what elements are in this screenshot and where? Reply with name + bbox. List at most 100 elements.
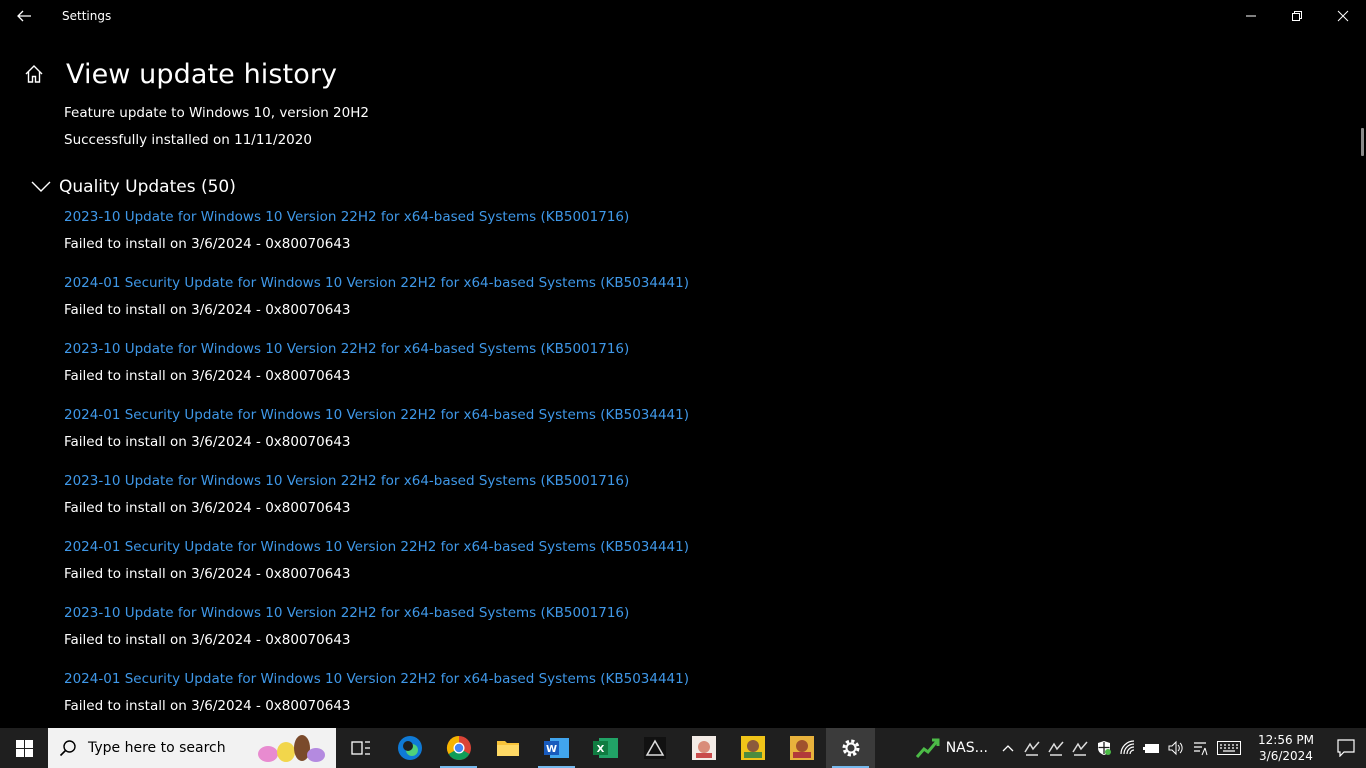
chevron-down-icon [30,176,52,198]
update-link[interactable]: 2023-10 Update for Windows 10 Version 22… [64,340,689,358]
clock-date: 3/6/2024 [1259,749,1313,763]
quality-update-list: 2023-10 Update for Windows 10 Version 22… [64,208,689,728]
tray-app-3[interactable] [1068,728,1092,768]
close-icon [1337,10,1349,22]
update-link[interactable]: 2024-01 Security Update for Windows 10 V… [64,670,689,688]
restore-icon [1292,11,1302,21]
home-icon [25,65,43,83]
update-link[interactable]: 2023-10 Update for Windows 10 Version 22… [64,472,689,490]
update-link[interactable]: 2023-10 Update for Windows 10 Version 22… [64,208,689,226]
close-button[interactable] [1320,0,1366,32]
list-item: 2024-01 Security Update for Windows 10 V… [64,670,689,728]
taskbar-app-photo-2[interactable] [728,728,777,768]
svg-text:X: X [596,744,604,755]
list-item: 2024-01 Security Update for Windows 10 V… [64,274,689,340]
list-item: 2023-10 Update for Windows 10 Version 22… [64,340,689,406]
update-status: Failed to install on 3/6/2024 - 0x800706… [64,434,351,450]
update-status: Failed to install on 3/6/2024 - 0x800706… [64,302,351,318]
minimize-icon [1246,15,1256,17]
tray-app-2[interactable] [1044,728,1068,768]
tray-app-icon [1048,741,1064,756]
language-bar-button[interactable] [1188,728,1212,768]
notification-icon [1337,739,1355,757]
list-item: 2023-10 Update for Windows 10 Version 22… [64,472,689,538]
list-item: 2023-10 Update for Windows 10 Version 22… [64,604,689,670]
chevron-up-icon [1002,745,1014,752]
update-status: Failed to install on 3/6/2024 - 0x800706… [64,500,351,516]
search-placeholder: Type here to search [88,740,226,756]
taskbar-settings[interactable] [826,728,875,768]
update-link[interactable]: 2024-01 Security Update for Windows 10 V… [64,406,689,424]
feature-update-title: Feature update to Windows 10, version 20… [64,105,369,121]
stock-chart-icon [915,738,940,758]
taskbar-search-box[interactable]: Type here to search [48,728,336,768]
system-tray: NAS... 12:56 PM 3/6/2024 [908,728,1366,768]
keyboard-icon [1217,741,1241,755]
speaker-icon [1168,740,1183,756]
search-icon [48,739,88,757]
minimize-button[interactable] [1228,0,1274,32]
title-bar: Settings [0,0,1366,32]
list-item: 2024-01 Security Update for Windows 10 V… [64,538,689,604]
taskbar-file-explorer[interactable] [483,728,532,768]
feature-update-status: Successfully installed on 11/11/2020 [64,132,312,148]
tray-stock-label: NAS... [945,740,988,756]
taskbar-app-triangle[interactable] [630,728,679,768]
taskbar-chrome[interactable] [434,728,483,768]
tray-app-1[interactable] [1020,728,1044,768]
photo-app-icon [789,736,814,760]
windows-security-button[interactable] [1092,728,1116,768]
list-item: 2023-10 Update for Windows 10 Version 22… [64,208,689,274]
gear-icon [842,739,859,757]
network-button[interactable] [1116,728,1140,768]
windows-logo-icon [15,739,33,757]
scrollbar-thumb[interactable] [1361,128,1364,156]
show-hidden-icons-button[interactable] [996,728,1020,768]
window-title: Settings [62,9,112,23]
touch-keyboard-button[interactable] [1212,728,1246,768]
tray-app-icon [1024,741,1040,756]
update-status: Failed to install on 3/6/2024 - 0x800706… [64,368,351,384]
battery-icon [1143,744,1159,753]
folder-icon [496,741,519,756]
task-view-icon [350,741,370,755]
update-history-content: Feature update to Windows 10, version 20… [0,100,1350,728]
update-status: Failed to install on 3/6/2024 - 0x800706… [64,632,351,648]
shield-icon [1098,741,1111,755]
taskbar-edge[interactable] [385,728,434,768]
quality-updates-heading: Quality Updates (50) [59,177,236,197]
home-button[interactable] [10,52,58,96]
update-link[interactable]: 2024-01 Security Update for Windows 10 V… [64,538,689,556]
start-button[interactable] [0,728,48,768]
volume-button[interactable] [1164,728,1188,768]
svg-text:W: W [545,744,556,755]
update-link[interactable]: 2024-01 Security Update for Windows 10 V… [64,274,689,292]
photo-app-icon [691,736,716,760]
tray-stock-widget[interactable]: NAS... [908,728,996,768]
language-bar-icon [1194,742,1208,756]
excel-icon: X [592,738,618,758]
chrome-browser-icon [446,736,471,761]
restore-button[interactable] [1274,0,1320,32]
task-view-button[interactable] [336,728,385,768]
taskbar-excel[interactable]: X [581,728,630,768]
taskbar-app-photo-3[interactable] [777,728,826,768]
photo-app-icon [740,736,765,760]
page-title: View update history [66,58,338,90]
page-header: View update history [0,52,337,96]
back-button[interactable] [0,0,48,32]
quality-updates-toggle[interactable]: Quality Updates (50) [30,176,236,198]
taskbar: Type here to search W X NAS... 12:56 PM … [0,728,1366,768]
taskbar-clock[interactable]: 12:56 PM 3/6/2024 [1250,732,1322,764]
taskbar-word[interactable]: W [532,728,581,768]
list-item: 2024-01 Security Update for Windows 10 V… [64,406,689,472]
battery-button[interactable] [1140,728,1164,768]
tray-app-icon [1072,741,1088,756]
taskbar-app-photo-1[interactable] [679,728,728,768]
wifi-icon [1120,740,1135,755]
back-arrow-icon [17,10,31,22]
action-center-button[interactable] [1326,728,1366,768]
update-link[interactable]: 2023-10 Update for Windows 10 Version 22… [64,604,689,622]
app-triangle-icon [643,737,666,759]
clock-time: 12:56 PM [1258,733,1314,747]
